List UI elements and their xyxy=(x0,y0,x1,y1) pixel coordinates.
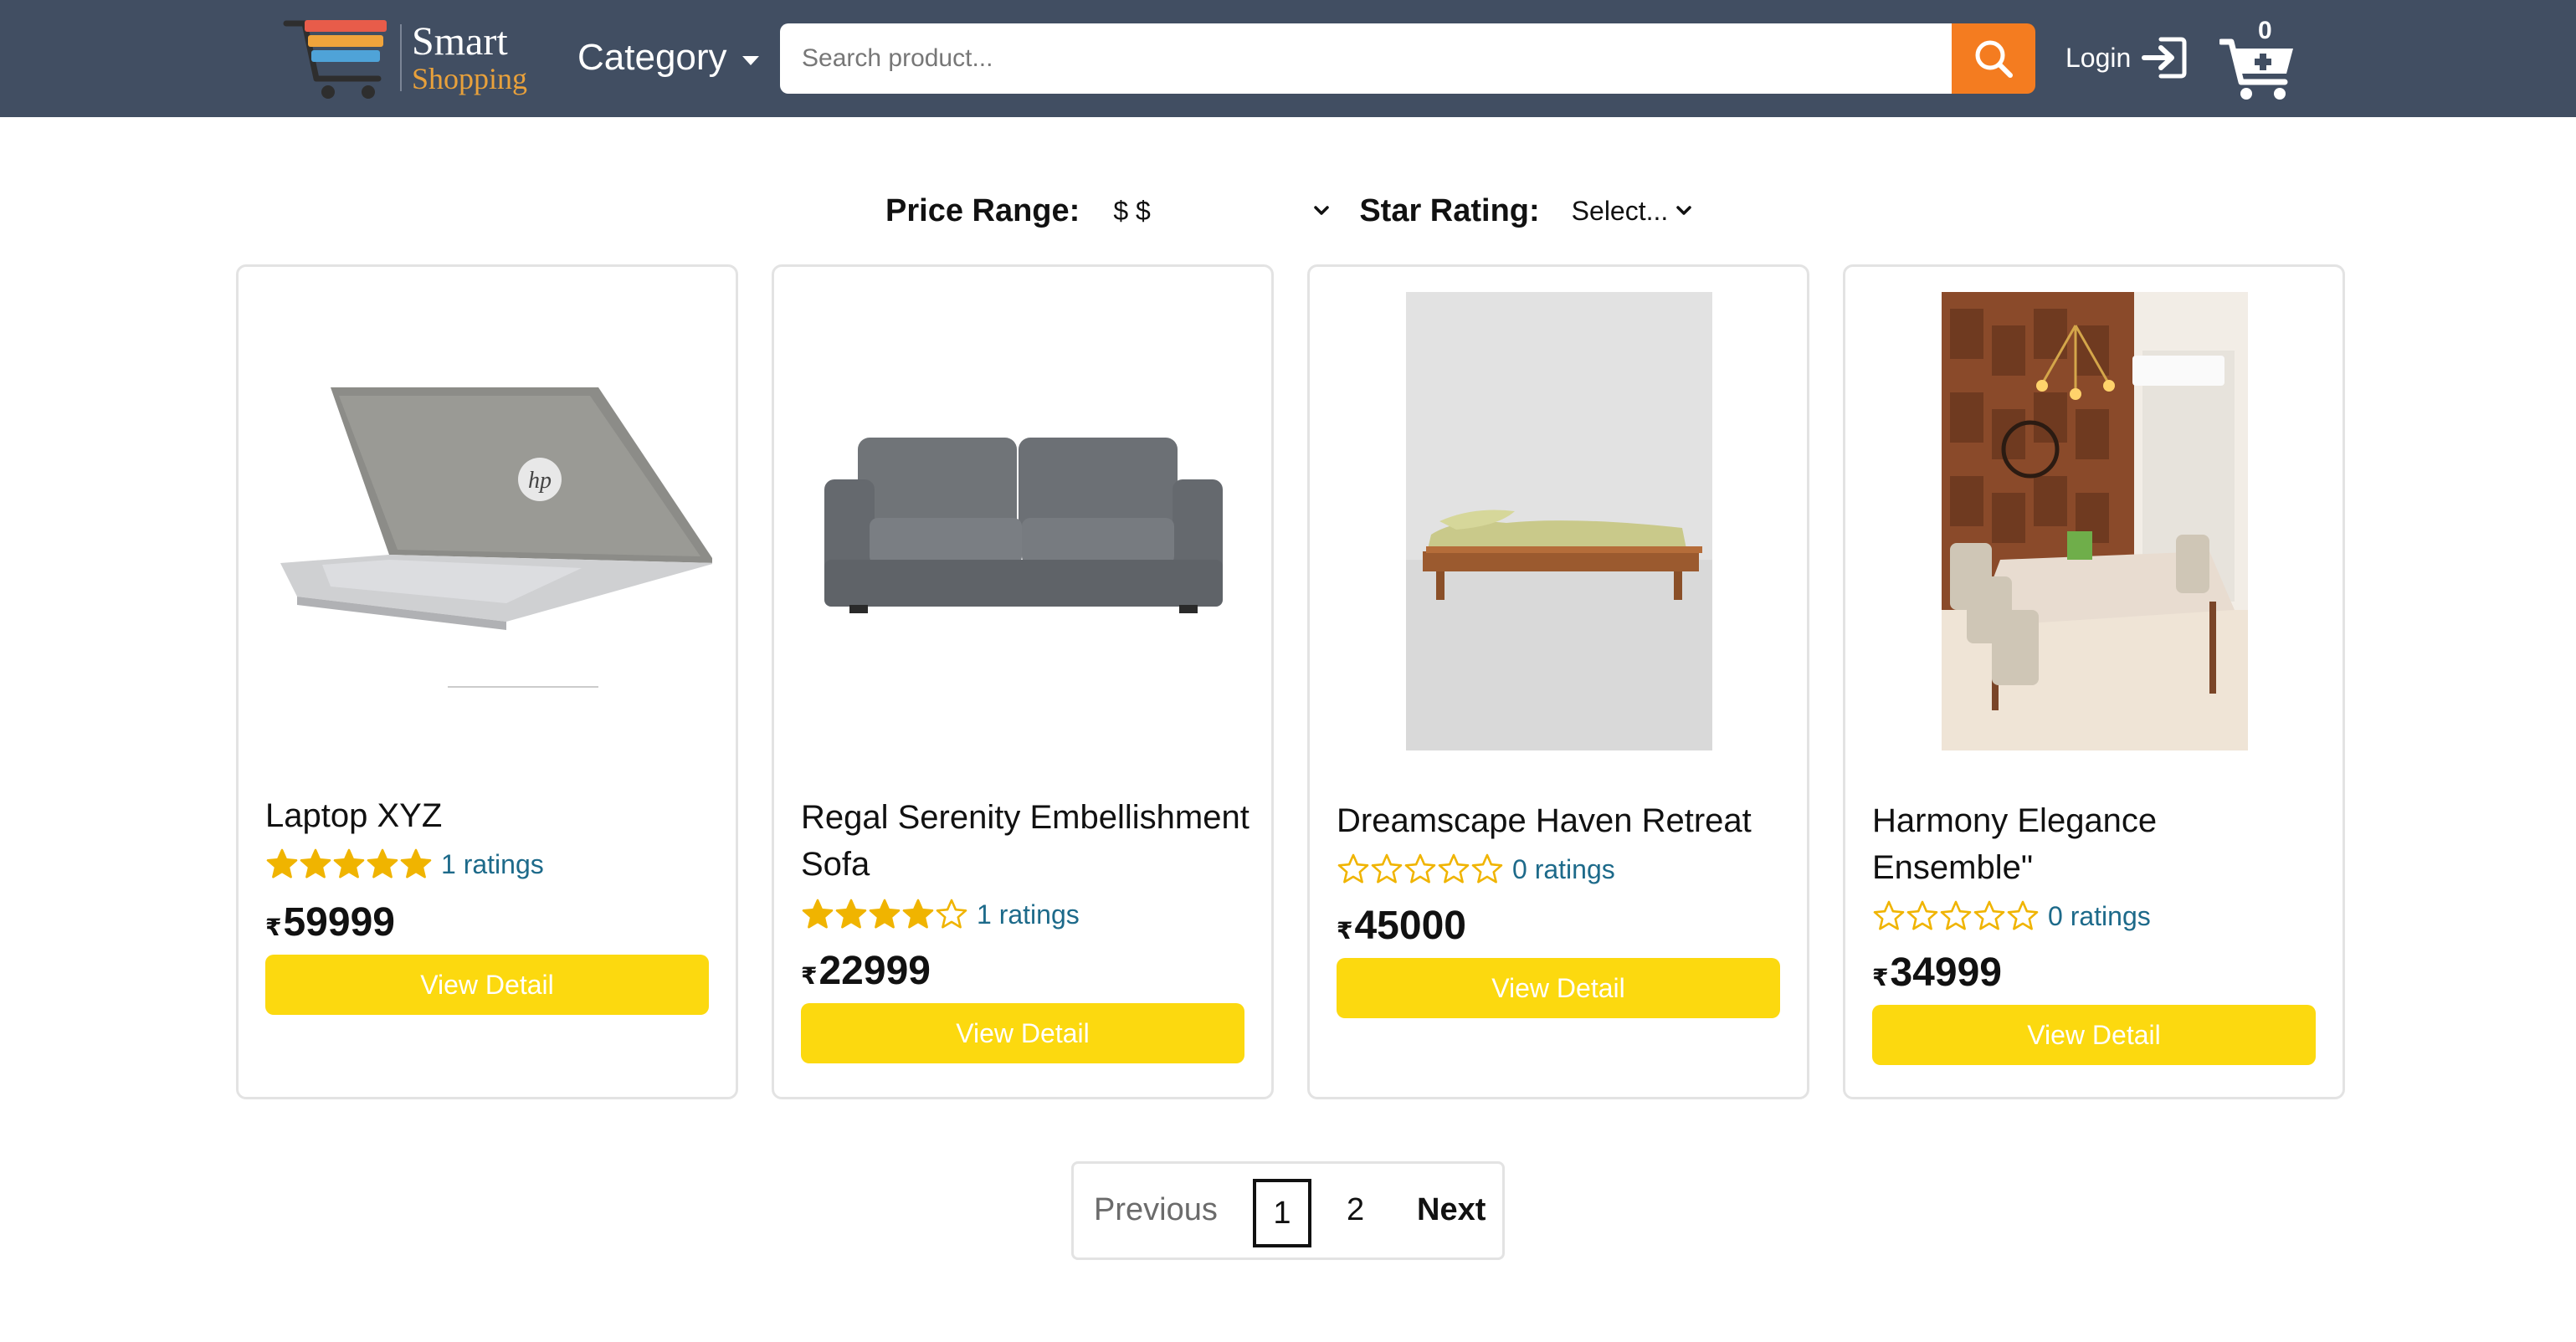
svg-text:hp: hp xyxy=(528,468,552,494)
brand-line1: Smart xyxy=(412,19,508,64)
view-detail-button[interactable]: View Detail xyxy=(801,1003,1244,1063)
ratings-count[interactable]: 0 ratings xyxy=(2048,901,2151,932)
ratings-count[interactable]: 0 ratings xyxy=(1512,854,1615,885)
star-rating-value: Select... xyxy=(1571,195,1669,226)
brand-name: Smart Shopping xyxy=(412,19,528,95)
rupee-symbol: ₹ xyxy=(801,963,818,989)
product-card[interactable]: Dreamscape Haven Retreat 0 ratings ₹ 450… xyxy=(1307,264,1809,1099)
product-card[interactable]: hp Laptop XYZ 1 ratings ₹ 59999 View Det… xyxy=(236,264,738,1099)
star-rating-label: Star Rating: xyxy=(1359,192,1540,228)
star-empty-icon xyxy=(1940,900,1972,930)
product-rating: 1 ratings xyxy=(265,846,544,883)
product-rating: 0 ratings xyxy=(1872,898,2151,935)
star-empty-icon xyxy=(1906,900,1938,930)
filter-bar: Price Range: $ $ Star Rating: Select... xyxy=(885,186,1693,236)
star-filled-icon xyxy=(333,848,365,878)
star-filled-icon xyxy=(300,848,331,878)
search-icon xyxy=(1975,40,2013,78)
star-empty-icon xyxy=(1404,853,1436,884)
category-dropdown[interactable]: Category xyxy=(577,30,759,85)
star-empty-icon xyxy=(1371,853,1403,884)
product-image-sofa xyxy=(799,287,1248,756)
price-range-select[interactable]: $ $ xyxy=(1113,196,1331,227)
star-empty-icon xyxy=(1337,853,1369,884)
product-title[interactable]: Regal Serenity Embellishment Sofa xyxy=(801,794,1253,888)
product-price: ₹ 34999 xyxy=(1872,950,2002,996)
product-price: ₹ 59999 xyxy=(265,899,395,945)
product-card[interactable]: Harmony Elegance Ensemble" 0 ratings ₹ 3… xyxy=(1843,264,2345,1099)
rupee-symbol: ₹ xyxy=(265,914,282,940)
laptop-image: hp xyxy=(280,387,712,688)
view-detail-button[interactable]: View Detail xyxy=(265,955,709,1015)
product-image-laptop: hp xyxy=(264,287,712,756)
star-filled-icon xyxy=(266,848,298,878)
cart-button[interactable]: 0 xyxy=(2219,15,2300,102)
cart-plus-icon xyxy=(2219,38,2293,100)
bed-image xyxy=(1406,292,1712,750)
star-filled-icon xyxy=(835,899,867,929)
chevron-down-icon xyxy=(1676,206,1692,215)
shopping-cart-logo-icon xyxy=(283,20,387,99)
product-price: ₹ 22999 xyxy=(801,948,931,994)
previous-page-button[interactable]: Previous xyxy=(1094,1192,1218,1228)
brand-line2: Shopping xyxy=(412,62,528,95)
logo-divider xyxy=(400,24,402,91)
search-button[interactable] xyxy=(1952,23,2035,94)
price-range-value: $ $ xyxy=(1113,195,1151,226)
caret-down-icon xyxy=(741,55,759,65)
next-page-button[interactable]: Next xyxy=(1417,1192,1486,1228)
star-rating xyxy=(801,898,968,931)
product-card[interactable]: Regal Serenity Embellishment Sofa 1 rati… xyxy=(772,264,1274,1099)
rupee-symbol: ₹ xyxy=(1337,918,1353,944)
product-price: ₹ 45000 xyxy=(1337,903,1466,949)
star-empty-icon xyxy=(1438,853,1470,884)
product-title[interactable]: Laptop XYZ xyxy=(265,792,717,839)
star-filled-icon xyxy=(400,848,432,878)
view-detail-button[interactable]: View Detail xyxy=(1337,958,1780,1018)
page-1-button[interactable]: 1 xyxy=(1253,1179,1311,1247)
star-empty-icon xyxy=(2007,900,2039,930)
star-filled-icon xyxy=(869,899,901,929)
star-rating-select[interactable]: Select... xyxy=(1572,196,1694,227)
price-value: 45000 xyxy=(1354,904,1466,948)
price-value: 22999 xyxy=(818,949,931,993)
product-title[interactable]: Dreamscape Haven Retreat xyxy=(1337,797,1788,844)
product-image-bed xyxy=(1335,287,1783,756)
star-empty-icon xyxy=(1471,853,1503,884)
page-2-button[interactable]: 2 xyxy=(1347,1192,1364,1228)
star-filled-icon xyxy=(802,899,834,929)
view-detail-button[interactable]: View Detail xyxy=(1872,1005,2316,1065)
star-empty-icon xyxy=(936,899,967,929)
pagination: Previous 1 2 Next xyxy=(1071,1161,1505,1260)
product-rating: 0 ratings xyxy=(1337,851,1615,888)
rupee-symbol: ₹ xyxy=(1872,965,1889,991)
sofa-image xyxy=(824,438,1223,613)
login-icon xyxy=(2142,37,2187,79)
star-rating xyxy=(1337,853,1504,886)
login-label: Login xyxy=(2065,42,2132,73)
search-bar xyxy=(780,23,2035,94)
price-value: 34999 xyxy=(1890,950,2002,995)
star-filled-icon xyxy=(367,848,398,878)
chevron-down-icon xyxy=(1314,206,1330,215)
dining-room-image xyxy=(1942,292,2248,750)
star-filled-icon xyxy=(902,899,934,929)
star-rating xyxy=(265,848,433,881)
star-empty-icon xyxy=(1873,900,1905,930)
category-label: Category xyxy=(577,37,727,78)
product-rating: 1 ratings xyxy=(801,896,1080,933)
top-navbar: Smart Shopping Category Login 0 xyxy=(0,0,2576,117)
login-button[interactable]: Login xyxy=(2065,30,2189,85)
search-input[interactable] xyxy=(780,23,1952,94)
brand-logo[interactable]: Smart Shopping xyxy=(280,12,539,104)
ratings-count[interactable]: 1 ratings xyxy=(441,849,544,880)
price-range-label: Price Range: xyxy=(885,192,1080,228)
product-title[interactable]: Harmony Elegance Ensemble" xyxy=(1872,797,2324,891)
star-empty-icon xyxy=(1973,900,2005,930)
star-rating xyxy=(1872,899,2040,933)
product-image-dining-room xyxy=(1870,287,2319,756)
price-value: 59999 xyxy=(283,900,395,945)
ratings-count[interactable]: 1 ratings xyxy=(977,899,1080,930)
